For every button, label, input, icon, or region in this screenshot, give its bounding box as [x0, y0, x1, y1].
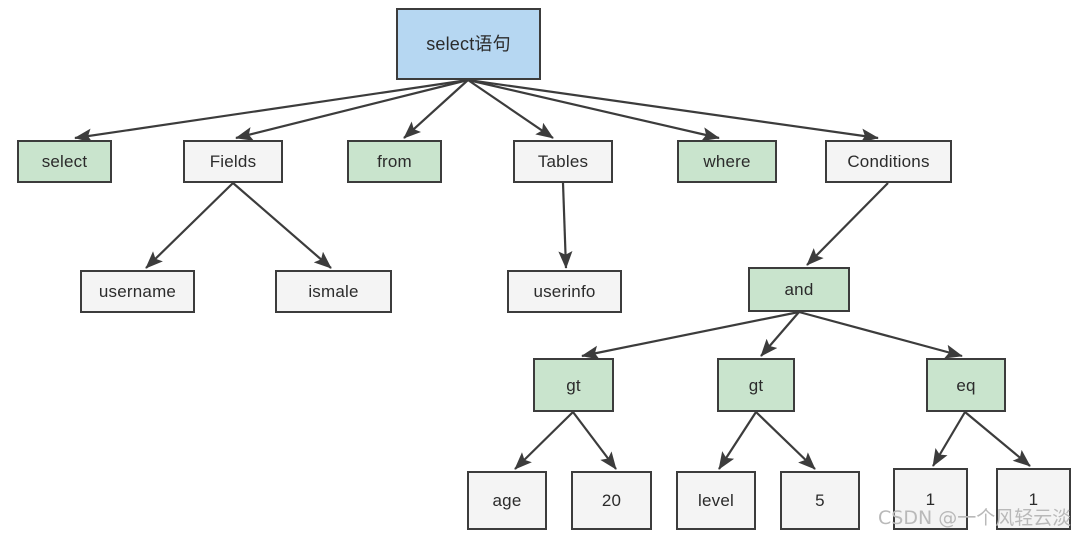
node-label: from — [377, 152, 412, 171]
edge-eq-to-one_left — [932, 411, 966, 467]
edge-conditions-to-and — [806, 182, 889, 266]
node-where[interactable]: where — [677, 140, 777, 183]
node-from[interactable]: from — [347, 140, 442, 183]
edge-root-to-fields — [235, 78, 469, 141]
node-label: level — [698, 491, 734, 510]
node-select[interactable]: select — [17, 140, 112, 183]
node-tables[interactable]: Tables — [513, 140, 613, 183]
node-gt1[interactable]: gt — [533, 358, 614, 412]
edge-fields-to-username — [145, 182, 234, 269]
node-root[interactable]: select语句 — [396, 8, 541, 80]
node-fields[interactable]: Fields — [183, 140, 283, 183]
node-level[interactable]: level — [676, 471, 756, 530]
node-label: ismale — [308, 282, 359, 301]
node-twenty[interactable]: 20 — [571, 471, 652, 530]
edge-gt1-to-age — [514, 411, 574, 470]
node-conditions[interactable]: Conditions — [825, 140, 952, 183]
node-label: 20 — [601, 491, 622, 510]
node-label: eq — [956, 375, 976, 395]
node-label: gt — [566, 375, 581, 395]
edge-root-to-conditions — [467, 78, 879, 143]
edge-gt1-to-twenty — [572, 411, 617, 470]
node-label: and — [784, 280, 814, 299]
edge-tables-to-userinfo — [558, 182, 573, 269]
edge-eq-to-one_right — [964, 411, 1031, 467]
edge-gt2-to-five — [755, 411, 816, 470]
edge-gt2-to-level — [718, 411, 757, 470]
node-age[interactable]: age — [467, 471, 547, 530]
node-label: userinfo — [533, 282, 596, 301]
node-label: Conditions — [847, 152, 930, 171]
node-userinfo[interactable]: userinfo — [507, 270, 622, 313]
edge-root-to-from — [403, 79, 469, 139]
edge-root-to-tables — [467, 79, 554, 139]
edge-and-to-gt1 — [581, 310, 800, 360]
node-label: Fields — [209, 152, 257, 171]
node-eq[interactable]: eq — [926, 358, 1006, 412]
edge-root-to-select — [74, 78, 469, 143]
node-label: gt — [748, 375, 764, 395]
edge-and-to-eq — [798, 310, 963, 359]
csdn-watermark: CSDN @一个风轻云淡 — [878, 507, 1072, 529]
node-label: select语句 — [426, 34, 511, 54]
edge-layer — [74, 78, 1031, 470]
diagram-canvas: select语句 select Fields from Tables where Condi… — [0, 0, 1088, 534]
node-label: username — [98, 282, 177, 301]
node-username[interactable]: username — [80, 270, 195, 313]
node-label: select — [41, 152, 88, 171]
edge-fields-to-ismale — [232, 182, 332, 269]
node-label: 5 — [815, 491, 825, 510]
node-label: where — [703, 152, 751, 171]
node-gt2[interactable]: gt — [717, 358, 795, 412]
edge-root-to-where — [467, 78, 720, 142]
edge-and-to-gt2 — [760, 311, 800, 357]
node-and[interactable]: and — [748, 267, 850, 312]
node-five[interactable]: 5 — [780, 471, 860, 530]
node-label: Tables — [537, 152, 589, 171]
node-label: age — [492, 491, 522, 510]
node-ismale[interactable]: ismale — [275, 270, 392, 313]
